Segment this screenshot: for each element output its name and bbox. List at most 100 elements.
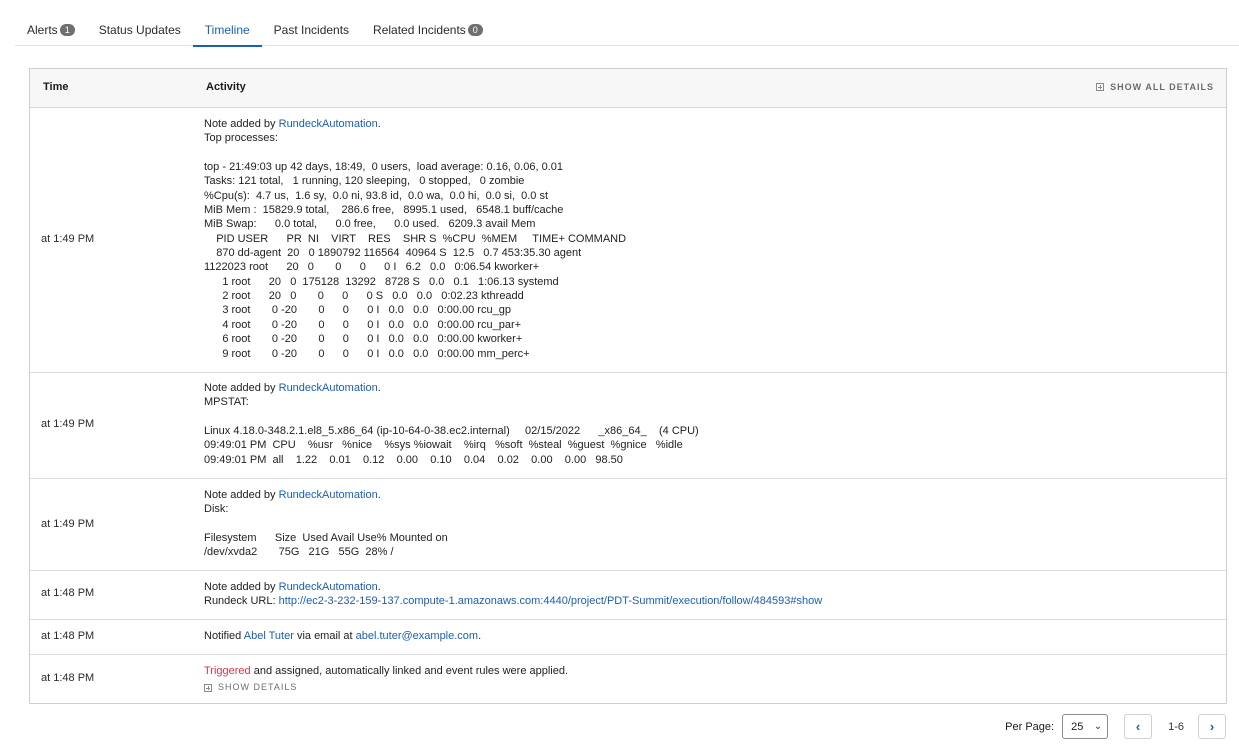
entry-activity: Note added by RundeckAutomation. MPSTAT:… bbox=[204, 381, 699, 467]
entry-time: at 1:48 PM bbox=[41, 630, 95, 642]
related-incidents-count-badge: 0 bbox=[467, 24, 483, 36]
entry-time: at 1:49 PM bbox=[41, 418, 95, 430]
tab-status-updates-label: Status Updates bbox=[98, 23, 181, 37]
tab-timeline-label: Timeline bbox=[204, 23, 250, 37]
note-line: Tasks: 121 total, 1 running, 120 sleepin… bbox=[204, 175, 525, 188]
note-suffix: . bbox=[377, 382, 381, 394]
notified-line: Notified Abel Tuter via email at abel.tu… bbox=[204, 629, 481, 643]
per-page-value: 25 bbox=[1071, 720, 1084, 733]
note-prefix: Note added by bbox=[204, 581, 279, 593]
timeline-row: at 1:49 PM Note added by RundeckAutomati… bbox=[30, 479, 1226, 571]
triggered-line: Triggered and assigned, automatically li… bbox=[204, 664, 568, 678]
tab-status-updates[interactable]: Status Updates bbox=[87, 14, 193, 46]
timeline-row: at 1:48 PM Note added by RundeckAutomati… bbox=[30, 571, 1226, 620]
timeline-table: Time Activity SHOW ALL DETAILS at 1:49 P… bbox=[29, 68, 1227, 704]
timeline-row: at 1:48 PM Notified Abel Tuter via email… bbox=[30, 620, 1226, 655]
entry-activity: Note added by RundeckAutomation. Disk: F… bbox=[204, 488, 448, 560]
note-header: Note added by RundeckAutomation. bbox=[204, 488, 448, 502]
notified-prefix: Notified bbox=[204, 630, 244, 642]
note-line: 4 root 0 -20 0 0 0 I 0.0 0.0 0:00.00 rcu… bbox=[204, 318, 522, 331]
column-header-time: Time bbox=[43, 81, 69, 93]
tab-alerts[interactable]: Alerts 1 bbox=[15, 14, 87, 46]
note-line: 09:49:01 PM CPU %usr %nice %sys %iowait … bbox=[204, 439, 683, 452]
entry-time: at 1:49 PM bbox=[41, 518, 95, 530]
note-line: Disk: bbox=[204, 503, 229, 516]
note-line: Linux 4.18.0-348.2.1.el8_5.x86_64 (ip-10… bbox=[204, 425, 699, 438]
note-line: 1 root 20 0 175128 13292 8728 S 0.0 0.1 … bbox=[204, 275, 559, 288]
previous-page-button[interactable]: ‹ bbox=[1124, 714, 1153, 739]
note-suffix: . bbox=[377, 581, 381, 593]
entry-activity: Notified Abel Tuter via email at abel.tu… bbox=[204, 629, 481, 643]
expand-plus-icon bbox=[204, 683, 212, 692]
notified-suffix: . bbox=[478, 630, 482, 642]
show-all-details-label: SHOW ALL DETAILS bbox=[1110, 82, 1214, 92]
chevron-left-icon: ‹ bbox=[1135, 719, 1141, 734]
note-line bbox=[204, 410, 699, 424]
note-line: MiB Mem : 15829.9 total, 286.6 free, 899… bbox=[204, 204, 564, 217]
entry-time: at 1:48 PM bbox=[41, 587, 95, 599]
note-prefix: Note added by bbox=[204, 118, 279, 130]
note-line: 870 dd-agent 20 0 1890792 116564 40964 S… bbox=[204, 247, 582, 260]
chevron-down-icon: ⌄ bbox=[1093, 721, 1103, 732]
entry-time: at 1:49 PM bbox=[41, 233, 95, 245]
note-line: /dev/xvda2 75G 21G 55G 28% / bbox=[204, 546, 394, 559]
email-link[interactable]: abel.tuter@example.com bbox=[356, 630, 478, 642]
tab-related-incidents[interactable]: Related Incidents 0 bbox=[361, 14, 495, 46]
note-line: 9 root 0 -20 0 0 0 I 0.0 0.0 0:00.00 mm_… bbox=[204, 347, 530, 360]
rundeck-url-link[interactable]: http://ec2-3-232-159-137.compute-1.amazo… bbox=[279, 595, 823, 607]
tab-alerts-label: Alerts bbox=[27, 23, 58, 37]
timeline-row: at 1:49 PM Note added by RundeckAutomati… bbox=[30, 373, 1226, 479]
note-line: PID USER PR NI VIRT RES SHR S %CPU %MEM … bbox=[204, 232, 627, 245]
table-header: Time Activity SHOW ALL DETAILS bbox=[30, 69, 1226, 108]
note-prefix: Note added by bbox=[204, 489, 279, 501]
triggered-text: and assigned, automatically linked and e… bbox=[250, 665, 569, 677]
note-prefix: Note added by bbox=[204, 382, 279, 394]
note-line: Filesystem Size Used Avail Use% Mounted … bbox=[204, 532, 448, 545]
next-page-button[interactable]: › bbox=[1198, 714, 1226, 739]
timeline-row: at 1:49 PM Note added by RundeckAutomati… bbox=[30, 108, 1226, 373]
pagination: Per Page: 25 ⌄ ‹ 1-6 › bbox=[1005, 714, 1226, 739]
note-line: 3 root 0 -20 0 0 0 I 0.0 0.0 0:00.00 rcu… bbox=[204, 304, 511, 317]
tab-past-incidents-label: Past Incidents bbox=[273, 23, 350, 37]
author-link[interactable]: RundeckAutomation bbox=[279, 581, 378, 593]
note-line: Top processes: bbox=[204, 132, 278, 145]
author-link[interactable]: RundeckAutomation bbox=[279, 382, 378, 394]
note-line bbox=[204, 517, 448, 531]
entry-activity: Note added by RundeckAutomation. Rundeck… bbox=[204, 580, 822, 609]
note-line: 09:49:01 PM all 1.22 0.01 0.12 0.00 0.10… bbox=[204, 453, 623, 466]
note-suffix: . bbox=[377, 118, 381, 130]
author-link[interactable]: RundeckAutomation bbox=[279, 489, 378, 501]
tab-related-incidents-label: Related Incidents bbox=[373, 23, 466, 37]
author-link[interactable]: RundeckAutomation bbox=[279, 118, 378, 130]
user-link[interactable]: Abel Tuter bbox=[244, 630, 294, 642]
per-page-label: Per Page: bbox=[1005, 720, 1055, 733]
note-header: Note added by RundeckAutomation. bbox=[204, 117, 626, 131]
entry-activity: Note added by RundeckAutomation. Top pro… bbox=[204, 117, 626, 361]
entry-activity: Triggered and assigned, automatically li… bbox=[204, 664, 568, 695]
note-line: 2 root 20 0 0 0 0 S 0.0 0.0 0:02.23 kthr… bbox=[204, 290, 524, 303]
note-line: MiB Swap: 0.0 total, 0.0 free, 0.0 used.… bbox=[204, 218, 536, 231]
show-all-details-button[interactable]: SHOW ALL DETAILS bbox=[1096, 82, 1214, 92]
note-line: %Cpu(s): 4.7 us, 1.6 sy, 0.0 ni, 93.8 id… bbox=[204, 189, 549, 202]
note-header: Note added by RundeckAutomation. bbox=[204, 580, 822, 594]
note-suffix: . bbox=[377, 489, 381, 501]
note-line: 6 root 0 -20 0 0 0 I 0.0 0.0 0:00.00 kwo… bbox=[204, 333, 523, 346]
show-details-button[interactable]: SHOW DETAILS bbox=[204, 680, 568, 694]
timeline-row: at 1:48 PM Triggered and assigned, autom… bbox=[30, 655, 1226, 703]
page-range: 1-6 bbox=[1168, 720, 1184, 733]
rundeck-url-line: Rundeck URL: http://ec2-3-232-159-137.co… bbox=[204, 594, 822, 608]
triggered-label: Triggered bbox=[204, 665, 251, 677]
notified-mid: via email at bbox=[293, 630, 356, 642]
note-line: MPSTAT: bbox=[204, 396, 249, 409]
show-details-label: SHOW DETAILS bbox=[218, 682, 298, 693]
column-header-activity: Activity bbox=[206, 81, 246, 93]
url-label: Rundeck URL: bbox=[204, 595, 279, 608]
expand-plus-icon bbox=[1096, 83, 1105, 91]
alerts-count-badge: 1 bbox=[59, 24, 75, 36]
note-line bbox=[204, 146, 626, 160]
tab-past-incidents[interactable]: Past Incidents bbox=[262, 14, 361, 46]
note-line: 1122023 root 20 0 0 0 0 I 6.2 0.0 0:06.5… bbox=[204, 261, 540, 274]
per-page-select[interactable]: 25 ⌄ bbox=[1062, 714, 1109, 739]
note-line: top - 21:49:03 up 42 days, 18:49, 0 user… bbox=[204, 161, 563, 174]
tab-timeline[interactable]: Timeline bbox=[192, 14, 262, 47]
